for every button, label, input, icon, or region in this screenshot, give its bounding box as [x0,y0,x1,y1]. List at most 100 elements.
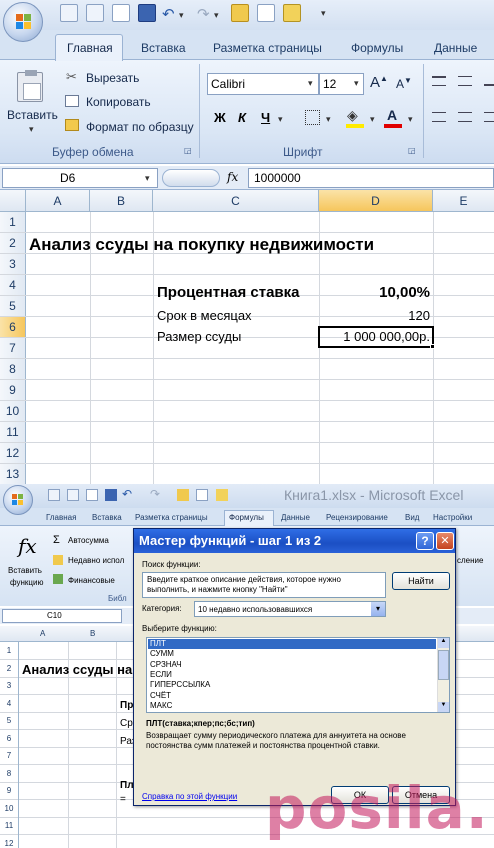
row-header[interactable]: 12 [0,443,25,464]
align-left-icon[interactable] [432,112,446,122]
row-header[interactable]: 8 [0,359,25,380]
borders-icon[interactable] [305,110,320,125]
qat-preview-icon[interactable] [196,489,208,501]
qat-copy-icon[interactable] [86,4,104,22]
qat-save-icon[interactable] [105,489,117,501]
tab-review[interactable]: Рецензирование [326,513,388,522]
column-header[interactable]: B [90,190,153,211]
name-box-dropdown-icon[interactable]: ▾ [145,173,150,184]
underline-button[interactable]: Ч [261,110,270,125]
list-scrollbar[interactable]: ▲ ▼ [437,638,449,712]
qat-customize-icon[interactable]: ▾ [321,8,326,19]
function-list-item-selected[interactable]: ПЛТ [148,639,436,649]
name-box[interactable] [2,168,158,188]
align-right-icon[interactable] [484,112,494,122]
help-button[interactable]: ? [416,532,434,550]
row-header[interactable]: 12 [0,835,18,848]
row-header[interactable]: 1 [0,642,18,659]
font-size-dropdown-icon[interactable]: ▾ [354,78,359,89]
qat-save-icon[interactable] [138,4,156,22]
align-middle-icon[interactable] [458,76,472,86]
qat-undo-icon[interactable]: ↶ [162,5,175,23]
column-header[interactable]: E [433,190,494,211]
qat-table-icon[interactable] [48,489,60,501]
function-list-item[interactable]: ГИПЕРССЫЛКА [148,680,436,690]
function-list-item[interactable]: МАКС [148,701,436,711]
find-button[interactable]: Найти [392,572,450,590]
worksheet-grid[interactable]: A B C D E 1 2 3 4 5 6 7 8 9 10 11 12 13 Анализ ссуды… [0,190,494,484]
tab-settings[interactable]: Настройки [433,513,472,522]
column-header[interactable]: D [319,190,433,211]
search-textarea[interactable]: Введите краткое описание действия, котор… [142,572,386,598]
qat-redo-icon[interactable]: ↷ [197,5,210,23]
column-header[interactable]: C [153,190,319,211]
row-header[interactable]: 6 [0,730,18,747]
qat-redo-dropdown-icon[interactable]: ▾ [214,10,219,21]
help-link[interactable]: Справка по этой функции [142,792,237,801]
tab-view[interactable]: Вид [405,513,419,522]
cut-button[interactable]: Вырезать [86,71,139,85]
function-list-item[interactable]: ЕСЛИ [148,670,436,680]
row-header[interactable]: 6 [0,317,25,338]
fill-handle[interactable] [430,344,435,349]
row-header[interactable]: 11 [0,817,18,834]
italic-button[interactable]: К [238,110,246,125]
formula-bar-handle[interactable] [162,169,220,187]
insert-function-icon[interactable]: fx [227,170,238,184]
function-list-item[interactable]: СЧЁТ [148,691,436,701]
underline-dropdown-icon[interactable]: ▾ [278,114,283,125]
format-painter-button[interactable]: Формат по образцу [86,120,194,134]
column-header[interactable]: B [90,629,95,638]
row-header[interactable]: 5 [0,296,25,317]
row-header[interactable]: 3 [0,254,25,275]
row-header[interactable]: 8 [0,765,18,782]
row-header[interactable]: 9 [0,782,18,799]
scroll-up-icon[interactable]: ▲ [438,638,449,648]
shrink-font-icon[interactable]: A▼ [396,76,412,91]
function-list-item[interactable]: СРЗНАЧ [148,660,436,670]
column-header[interactable]: A [40,629,45,638]
category-select[interactable]: 10 недавно использовавшихся ▾ [194,601,386,617]
row-header[interactable]: 10 [0,800,18,817]
clipboard-launcher-icon[interactable]: ◲ [184,146,192,155]
row-header[interactable]: 10 [0,401,25,422]
font-launcher-icon[interactable]: ◲ [408,146,416,155]
row-header[interactable]: 7 [0,338,25,359]
office-button[interactable] [3,485,33,515]
qat-brush-icon[interactable] [283,4,301,22]
column-header[interactable]: A [26,190,90,211]
tab-page-layout[interactable]: Разметка страницы [213,41,322,55]
row-header[interactable]: 2 [0,233,25,254]
row-header[interactable]: 5 [0,712,18,729]
tab-insert[interactable]: Вставка [141,41,186,55]
qat-page-icon[interactable] [112,4,130,22]
category-dropdown-icon[interactable]: ▾ [371,602,385,616]
qat-undo-icon[interactable]: ↶ [122,487,132,501]
select-all-corner[interactable] [0,190,26,212]
qat-undo-dropdown-icon[interactable]: ▾ [179,10,184,21]
font-color-icon[interactable]: A [387,107,397,123]
row-header[interactable]: 2 [0,660,18,677]
tab-data[interactable]: Данные [434,41,477,55]
paste-button[interactable]: Вставить [7,108,58,122]
row-header[interactable]: 13 [0,464,25,484]
tab-page-layout[interactable]: Разметка страницы [135,513,208,522]
scroll-thumb[interactable] [438,650,449,680]
row-header[interactable]: 7 [0,747,18,764]
font-name-dropdown-icon[interactable]: ▾ [308,78,313,89]
name-box[interactable] [2,609,122,623]
tab-data[interactable]: Данные [281,513,310,522]
insert-function-icon[interactable]: fx [18,534,37,558]
qat-redo-icon[interactable]: ↷ [150,487,160,501]
grow-font-icon[interactable]: A▲ [370,74,388,91]
bold-button[interactable]: Ж [214,110,226,125]
paste-icon[interactable] [17,70,43,102]
row-header[interactable]: 3 [0,677,18,694]
qat-table-icon[interactable] [60,4,78,22]
qat-page-icon[interactable] [86,489,98,501]
function-list-item[interactable]: СУММ [148,649,436,659]
close-button[interactable]: ✕ [436,532,454,550]
recent-functions-button[interactable]: Недавно испол [68,556,124,565]
qat-open-folder-icon[interactable] [177,489,189,501]
align-bottom-icon[interactable] [484,76,494,86]
